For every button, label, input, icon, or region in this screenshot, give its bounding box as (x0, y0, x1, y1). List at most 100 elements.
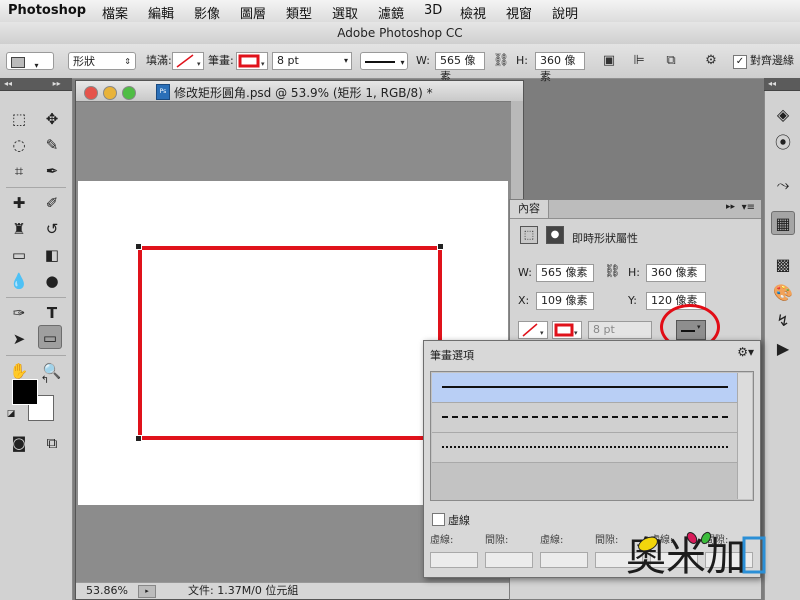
blur-tool-icon[interactable]: 💧 (7, 269, 31, 293)
brush-tool-icon[interactable]: ✐ (40, 191, 64, 215)
eraser-tool-icon[interactable]: ▭ (7, 243, 31, 267)
gap-field-1[interactable] (485, 552, 533, 568)
menu-select[interactable]: 選取 (332, 3, 358, 22)
path-operations-icon[interactable]: ▣ (600, 52, 618, 70)
link-icon[interactable]: ⛓ (604, 264, 621, 279)
no-fill-icon: ▾ (176, 54, 201, 68)
solid-line-icon (365, 61, 395, 63)
menu-view[interactable]: 檢視 (460, 3, 486, 22)
width-field[interactable]: 565 像素 (435, 52, 485, 83)
props-fill-swatch[interactable]: ▾ (518, 321, 548, 339)
swap-colors-icon[interactable]: ↰ (38, 374, 52, 388)
tools-panel-strip[interactable]: ◂◂ ▸▸ (0, 78, 72, 91)
status-menu-icon[interactable]: ▸ (138, 585, 156, 598)
dashed-line-checkbox[interactable] (432, 513, 445, 526)
menu-file[interactable]: 檔案 (102, 3, 128, 22)
close-window-icon[interactable] (84, 86, 98, 100)
zoom-level[interactable]: 53.86% (86, 583, 128, 599)
app-menu[interactable]: Photoshop (8, 3, 86, 18)
type-tool-icon[interactable]: T (40, 301, 64, 325)
live-shape-icon[interactable]: ⬚ (520, 226, 538, 244)
lasso-tool-icon[interactable]: ◌ (7, 133, 31, 157)
dash-field-1[interactable] (430, 552, 478, 568)
props-stroke-width-field[interactable]: 8 pt (588, 321, 652, 339)
shape-mode-select[interactable]: 形狀 ⇕ (68, 52, 136, 70)
path-alignment-icon[interactable]: ⊫ (630, 52, 648, 70)
align-edges-checkbox[interactable]: ✓ (733, 55, 747, 69)
healing-brush-tool-icon[interactable]: ✚ (7, 191, 31, 215)
channels-icon[interactable]: ⦿ (771, 131, 795, 155)
anchor-point[interactable] (135, 243, 142, 250)
pen-tool-icon[interactable]: ✑ (7, 301, 31, 325)
menu-layer[interactable]: 圖層 (240, 3, 266, 22)
layers-icon[interactable]: ◈ (771, 103, 795, 127)
stroke-style-solid[interactable] (432, 373, 738, 403)
props-height-field[interactable]: 360 像素 (646, 264, 706, 282)
stroke-type-select[interactable]: ▾ (360, 52, 408, 70)
align-edges-label: 對齊邊緣 (750, 54, 794, 67)
menu-bar: Photoshop 檔案 編輯 影像 圖層 類型 選取 濾鏡 3D 檢視 視窗 … (0, 0, 800, 23)
paths-icon[interactable]: ⤳ (771, 173, 795, 197)
gradient-tool-icon[interactable]: ◧ (40, 243, 64, 267)
stroke-style-dashed[interactable] (432, 403, 738, 433)
marquee-tool-icon[interactable]: ⬚ (7, 107, 31, 131)
stroke-style-dotted[interactable] (432, 433, 738, 463)
history-brush-tool-icon[interactable]: ↺ (40, 217, 64, 241)
path-selection-tool-icon[interactable]: ➤ (7, 327, 31, 351)
anchor-point[interactable] (135, 435, 142, 442)
options-bar: ▾ 形狀 ⇕ 填滿: ▾ 筆畫: ▾ 8 pt ▾ ▾ W: 565 像素 ⛓ … (0, 44, 800, 83)
foreground-color-swatch[interactable] (12, 379, 38, 405)
props-x-field[interactable]: 109 像素 (536, 292, 594, 310)
color-palette-icon[interactable]: 🎨 (771, 281, 795, 305)
svg-text:▾: ▾ (540, 329, 544, 337)
menu-window[interactable]: 視窗 (506, 3, 532, 22)
tab-properties[interactable]: 內容 (510, 200, 549, 218)
props-width-field[interactable]: 565 像素 (536, 264, 594, 282)
height-field[interactable]: 360 像素 (535, 52, 585, 83)
quick-mask-icon[interactable]: ◙ (7, 431, 31, 455)
stroke-swatch[interactable]: ▾ (236, 52, 268, 70)
menu-image[interactable]: 影像 (194, 3, 220, 22)
minimize-window-icon[interactable] (103, 86, 117, 100)
move-tool-icon[interactable]: ✥ (40, 107, 64, 131)
properties-icon[interactable]: ▦ (771, 211, 795, 235)
quick-selection-tool-icon[interactable]: ✎ (40, 133, 64, 157)
menu-3d[interactable]: 3D (424, 3, 442, 18)
fill-swatch[interactable]: ▾ (172, 52, 204, 70)
history-icon[interactable]: ↯ (771, 309, 795, 333)
stroke-width-field[interactable]: 8 pt ▾ (272, 52, 352, 70)
crop-tool-icon[interactable]: ⌗ (7, 159, 31, 183)
actions-play-icon[interactable]: ▶ (771, 337, 795, 361)
mask-icon[interactable]: ● (546, 226, 564, 244)
gear-icon[interactable]: ⚙ (702, 52, 720, 70)
dodge-tool-icon[interactable]: ● (40, 269, 64, 293)
menu-filter[interactable]: 濾鏡 (378, 3, 404, 22)
anchor-point[interactable] (437, 243, 444, 250)
gear-icon[interactable]: ⚙▾ (737, 345, 754, 359)
clone-stamp-tool-icon[interactable]: ♜ (7, 217, 31, 241)
menu-edit[interactable]: 編輯 (148, 3, 174, 22)
dash-label: 虛線: (430, 535, 454, 546)
stroke-list-scrollbar[interactable] (737, 373, 752, 499)
menu-type[interactable]: 類型 (286, 3, 312, 22)
link-icon[interactable]: ⛓ (492, 52, 510, 70)
document-title-bar: Ps 修改矩形圓角.psd @ 53.9% (矩形 1, RGB/8) * (76, 81, 523, 102)
props-stroke-swatch[interactable]: ▾ (552, 321, 582, 339)
default-colors-icon[interactable]: ◪ (4, 407, 18, 421)
stroke-width-value: 8 pt (277, 54, 299, 67)
screen-mode-icon[interactable]: ⧉ (40, 431, 64, 455)
panel-collapse-icon[interactable]: ▸▸ (726, 202, 735, 212)
dash-field-2[interactable] (540, 552, 588, 568)
rectangle-shape[interactable] (138, 246, 442, 440)
zoom-window-icon[interactable] (122, 86, 136, 100)
path-arrangement-icon[interactable]: ⧉ (660, 52, 682, 70)
app-title-bar: Adobe Photoshop CC (0, 22, 800, 45)
menu-help[interactable]: 說明 (552, 3, 578, 22)
swatches-icon[interactable]: ▩ (771, 253, 795, 277)
fill-label: 填滿: (146, 54, 172, 67)
dock-panel-strip[interactable]: ◂◂ (764, 78, 800, 91)
eyedropper-tool-icon[interactable]: ✒ (40, 159, 64, 183)
panel-menu-icon[interactable]: ▾≡ (742, 202, 755, 213)
tool-preset-picker[interactable]: ▾ (6, 52, 54, 70)
rectangle-tool-icon[interactable]: ▭ (38, 325, 62, 349)
